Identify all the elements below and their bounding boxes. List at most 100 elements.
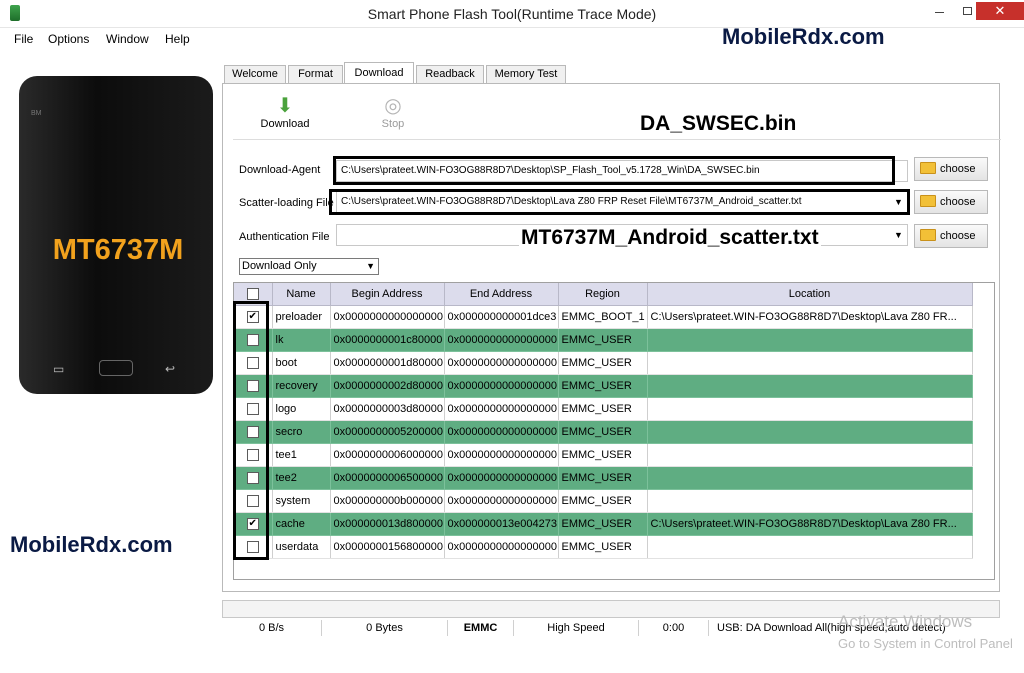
table-header-row: Name Begin Address End Address Region Lo…: [234, 283, 973, 306]
folder-icon: [920, 229, 936, 241]
cell-location[interactable]: [647, 374, 973, 398]
highlight-box-checkboxes: [233, 301, 269, 560]
table-row[interactable]: ✔ preloader 0x0000000000000000 0x0000000…: [234, 305, 973, 329]
watermark-top: MobileRdx.com: [722, 24, 885, 49]
table-row[interactable]: boot 0x0000000001d80000 0x00000000000000…: [234, 351, 973, 375]
cell-name: preloader: [272, 305, 331, 329]
cell-name: cache: [272, 512, 331, 536]
table-row[interactable]: tee2 0x0000000006500000 0x00000000000000…: [234, 466, 973, 490]
download-mode-value: Download Only: [242, 260, 317, 272]
auth-dropdown-icon[interactable]: ▼: [894, 230, 903, 240]
cell-name: secro: [272, 420, 331, 444]
cell-name: boot: [272, 351, 331, 375]
status-time: 0:00: [639, 620, 709, 636]
partition-table: Name Begin Address End Address Region Lo…: [233, 282, 995, 580]
close-button[interactable]: ✕: [976, 2, 1024, 20]
cell-name: logo: [272, 397, 331, 421]
cell-region: EMMC_USER: [558, 328, 648, 352]
minimize-icon: [934, 12, 944, 13]
tab-welcome[interactable]: Welcome: [224, 65, 286, 83]
cell-begin: 0x0000000156800000: [330, 535, 445, 559]
cell-name: lk: [272, 328, 331, 352]
cell-begin: 0x0000000005200000: [330, 420, 445, 444]
cell-end: 0x0000000000000000: [444, 489, 559, 513]
status-speed-mode: High Speed: [514, 620, 639, 636]
download-agent-label: Download-Agent: [239, 164, 321, 176]
chevron-down-icon: ▼: [366, 261, 375, 271]
cell-end: 0x000000000001dce3: [444, 305, 559, 329]
annotation-da-file: DA_SWSEC.bin: [640, 112, 797, 135]
header-location[interactable]: Location: [647, 283, 973, 306]
header-region[interactable]: Region: [558, 283, 648, 306]
phone-button-bar: ▭ ↩: [19, 354, 213, 384]
cell-location[interactable]: [647, 328, 973, 352]
cell-location[interactable]: C:\Users\prateet.WIN-FO3OG88R8D7\Desktop…: [647, 305, 973, 329]
cell-begin: 0x0000000002d80000: [330, 374, 445, 398]
highlight-box-da: [333, 156, 895, 185]
menu-options[interactable]: Options: [48, 32, 89, 46]
menu-file[interactable]: File: [14, 32, 33, 46]
header-begin-address[interactable]: Begin Address: [330, 283, 445, 306]
scatter-file-label: Scatter-loading File: [239, 197, 334, 209]
stop-icon: ◎: [384, 95, 402, 117]
table-row[interactable]: system 0x000000000b000000 0x000000000000…: [234, 489, 973, 513]
cell-end: 0x000000013e004273: [444, 512, 559, 536]
cell-region: EMMC_USER: [558, 374, 648, 398]
header-name[interactable]: Name: [272, 283, 331, 306]
cell-location[interactable]: [647, 443, 973, 467]
phone-model-label: MT6737M: [52, 234, 184, 266]
download-mode-select[interactable]: Download Only ▼: [239, 258, 379, 275]
cell-location[interactable]: [647, 420, 973, 444]
choose-auth-button[interactable]: choose: [914, 224, 988, 248]
cell-region: EMMC_USER: [558, 535, 648, 559]
close-icon: ✕: [994, 3, 1006, 18]
cell-location[interactable]: [647, 466, 973, 490]
select-all-checkbox[interactable]: [246, 287, 259, 300]
cell-region: EMMC_USER: [558, 466, 648, 490]
table-row[interactable]: logo 0x0000000003d80000 0x00000000000000…: [234, 397, 973, 421]
cell-end: 0x0000000000000000: [444, 466, 559, 490]
menu-window[interactable]: Window: [106, 32, 149, 46]
cell-name: recovery: [272, 374, 331, 398]
menu-help[interactable]: Help: [165, 32, 190, 46]
cell-region: EMMC_USER: [558, 420, 648, 444]
cell-begin: 0x000000013d800000: [330, 512, 445, 536]
cell-location[interactable]: [647, 351, 973, 375]
tab-download[interactable]: Download: [344, 62, 414, 84]
table-row[interactable]: ✔ cache 0x000000013d800000 0x000000013e0…: [234, 512, 973, 536]
table-row[interactable]: userdata 0x0000000156800000 0x0000000000…: [234, 535, 973, 559]
table-row[interactable]: lk 0x0000000001c80000 0x0000000000000000…: [234, 328, 973, 352]
table-row[interactable]: secro 0x0000000005200000 0x0000000000000…: [234, 420, 973, 444]
cell-location[interactable]: C:\Users\prateet.WIN-FO3OG88R8D7\Desktop…: [647, 512, 973, 536]
window-title: Smart Phone Flash Tool(Runtime Trace Mod…: [367, 6, 657, 22]
activate-windows-title: Activate Windows: [838, 612, 973, 631]
cell-region: EMMC_USER: [558, 397, 648, 421]
table-row[interactable]: tee1 0x0000000006000000 0x00000000000000…: [234, 443, 973, 467]
highlight-box-scatter: [329, 189, 910, 215]
cell-location[interactable]: [647, 489, 973, 513]
tab-memory-test[interactable]: Memory Test: [486, 65, 566, 83]
cell-region: EMMC_USER: [558, 443, 648, 467]
tab-format[interactable]: Format: [288, 65, 343, 83]
cell-region: EMMC_USER: [558, 489, 648, 513]
download-button[interactable]: ⬇ Download: [255, 94, 315, 130]
cell-location[interactable]: [647, 535, 973, 559]
header-end-address[interactable]: End Address: [444, 283, 559, 306]
choose-label: choose: [940, 196, 976, 208]
status-storage: EMMC: [448, 620, 514, 636]
maximize-icon: [962, 7, 972, 15]
choose-da-button[interactable]: choose: [914, 157, 988, 181]
cell-begin: 0x0000000000000000: [330, 305, 445, 329]
cell-begin: 0x0000000006000000: [330, 443, 445, 467]
stop-button[interactable]: ◎ Stop: [363, 94, 423, 130]
folder-icon: [920, 195, 936, 207]
cell-end: 0x0000000000000000: [444, 328, 559, 352]
tab-readback[interactable]: Readback: [416, 65, 484, 83]
cell-location[interactable]: [647, 397, 973, 421]
minimize-button[interactable]: [925, 2, 953, 20]
cell-name: system: [272, 489, 331, 513]
choose-scatter-button[interactable]: choose: [914, 190, 988, 214]
folder-icon: [920, 162, 936, 174]
cell-begin: 0x0000000001c80000: [330, 328, 445, 352]
table-row[interactable]: recovery 0x0000000002d80000 0x0000000000…: [234, 374, 973, 398]
